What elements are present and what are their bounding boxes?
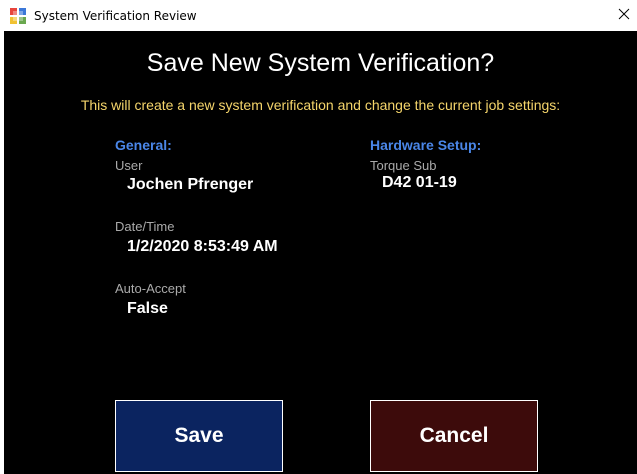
datetime-label: Date/Time (115, 219, 175, 234)
app-window-icon (10, 8, 26, 24)
window-title: System Verification Review (34, 9, 197, 23)
auto-accept-value: False (127, 300, 168, 317)
close-button[interactable] (610, 2, 637, 29)
dialog-heading: Save New System Verification? (146, 49, 495, 77)
title-bar[interactable]: System Verification Review (0, 0, 637, 31)
dialog-window: System Verification Review Save New Syst… (0, 0, 637, 474)
general-section-label: General: (115, 137, 172, 153)
dialog-subtitle: This will create a new system verificati… (80, 97, 561, 113)
datetime-value: 1/2/2020 8:53:49 AM (127, 238, 278, 255)
cancel-button[interactable]: Cancel (370, 400, 538, 472)
save-button[interactable]: Save (115, 400, 283, 472)
dialog-content: Save New System Verification? This will … (4, 31, 637, 474)
user-label: User (115, 158, 143, 173)
close-icon (618, 7, 630, 25)
auto-accept-label: Auto-Accept (115, 281, 186, 296)
hardware-section-label: Hardware Setup: (370, 137, 482, 153)
torque-sub-value: D42 01-19 (382, 174, 457, 191)
torque-sub-label: Torque Sub (370, 158, 437, 173)
user-value: Jochen Pfrenger (127, 176, 254, 193)
